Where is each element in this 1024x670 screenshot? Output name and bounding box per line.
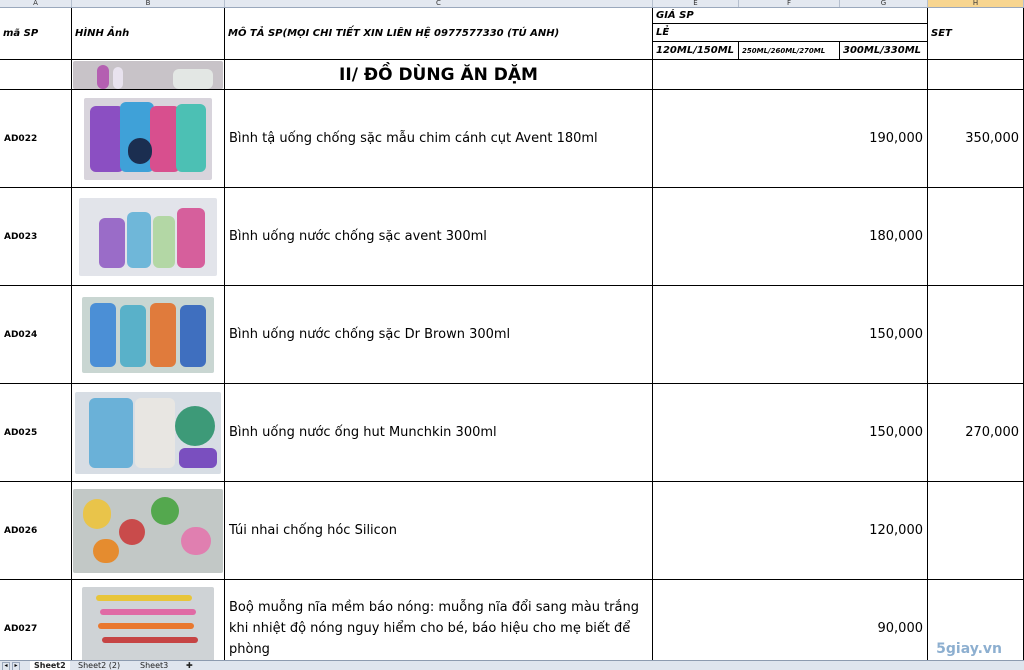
column-header-f[interactable]: F <box>739 0 840 7</box>
product-price-cell[interactable]: 190,000 <box>653 90 928 188</box>
munchkin-cups-photo <box>75 391 221 474</box>
watermark-logo: 5giay.vn <box>936 641 1002 657</box>
product-image-cell[interactable] <box>72 482 225 580</box>
product-code-cell[interactable]: AD027 <box>0 580 72 660</box>
header-code[interactable]: mã SP <box>0 8 72 60</box>
product-image-cell[interactable] <box>72 580 225 660</box>
column-header-a[interactable]: A <box>0 0 72 7</box>
header-size-300-330[interactable]: 300ML/330ML <box>840 42 928 60</box>
product-image-cell[interactable] <box>72 90 225 188</box>
product-code-cell[interactable]: AD022 <box>0 90 72 188</box>
product-price-cell[interactable]: 150,000 <box>653 286 928 384</box>
product-description-cell[interactable]: Boộ muỗng nĩa mềm báo nóng: muỗng nĩa đổ… <box>225 580 653 660</box>
header-description[interactable]: MÔ TẢ SP(MỌI CHI TIẾT XIN LIÊN HỆ 097757… <box>225 8 653 60</box>
product-description-cell[interactable]: Bình uống nước ống hut Munchkin 300ml <box>225 384 653 482</box>
column-header-bar: A B C E F G H <box>0 0 1024 8</box>
product-description-cell[interactable]: Túi nhai chống hóc Silicon <box>225 482 653 580</box>
product-set-price-cell[interactable]: 270,000 <box>928 384 1024 482</box>
sippy-cups-photo <box>84 97 212 180</box>
product-code-cell[interactable]: AD023 <box>0 188 72 286</box>
product-set-price-cell[interactable] <box>928 482 1024 580</box>
product-set-price-cell[interactable]: 350,000 <box>928 90 1024 188</box>
header-size-120-150[interactable]: 120ML/150ML <box>653 42 739 60</box>
column-header-b[interactable]: B <box>72 0 225 7</box>
product-price-cell[interactable]: 150,000 <box>653 384 928 482</box>
product-price-cell[interactable]: 180,000 <box>653 188 928 286</box>
product-photo-cropped <box>73 60 223 89</box>
product-set-price-cell[interactable] <box>928 286 1024 384</box>
header-size-250-270[interactable]: 250ML/260ML/270ML <box>739 42 840 60</box>
product-image-cell[interactable] <box>72 188 225 286</box>
column-header-h[interactable]: H <box>928 0 1024 7</box>
title-row-price-cell[interactable] <box>653 60 928 90</box>
header-retail[interactable]: LẺ <box>653 24 928 42</box>
feeder-bags-photo <box>73 488 223 573</box>
header-set[interactable]: SET <box>928 8 1024 60</box>
dr-brown-cups-photo <box>82 296 214 373</box>
product-description-cell[interactable]: Bình tậ uống chống sặc mẫu chim cánh cụt… <box>225 90 653 188</box>
product-code-cell[interactable]: AD024 <box>0 286 72 384</box>
product-image-cell[interactable] <box>72 384 225 482</box>
product-code-cell[interactable]: AD026 <box>0 482 72 580</box>
header-price[interactable]: GIÁ SP <box>653 8 928 24</box>
product-code-cell[interactable]: AD025 <box>0 384 72 482</box>
title-row-code-cell[interactable] <box>0 60 72 90</box>
section-title[interactable]: II/ ĐỒ DÙNG ĂN DẶM <box>225 60 653 90</box>
spoons-photo <box>82 586 214 660</box>
product-price-cell[interactable]: 90,000 <box>653 580 928 660</box>
column-header-c[interactable]: C <box>225 0 653 7</box>
product-set-price-cell[interactable] <box>928 188 1024 286</box>
spreadsheet-grid: mã SP HÌNH Ảnh MÔ TẢ SP(MỌI CHI TIẾT XIN… <box>0 8 1024 660</box>
title-row-image-cell[interactable] <box>72 60 225 90</box>
water-bottles-photo <box>79 197 217 276</box>
column-header-g[interactable]: G <box>840 0 928 7</box>
header-image[interactable]: HÌNH Ảnh <box>72 8 225 60</box>
column-header-e[interactable]: E <box>653 0 739 7</box>
product-image-cell[interactable] <box>72 286 225 384</box>
product-description-cell[interactable]: Bình uống nước chống sặc avent 300ml <box>225 188 653 286</box>
title-row-set-cell[interactable] <box>928 60 1024 90</box>
product-description-cell[interactable]: Bình uống nước chống sặc Dr Brown 300ml <box>225 286 653 384</box>
product-price-cell[interactable]: 120,000 <box>653 482 928 580</box>
